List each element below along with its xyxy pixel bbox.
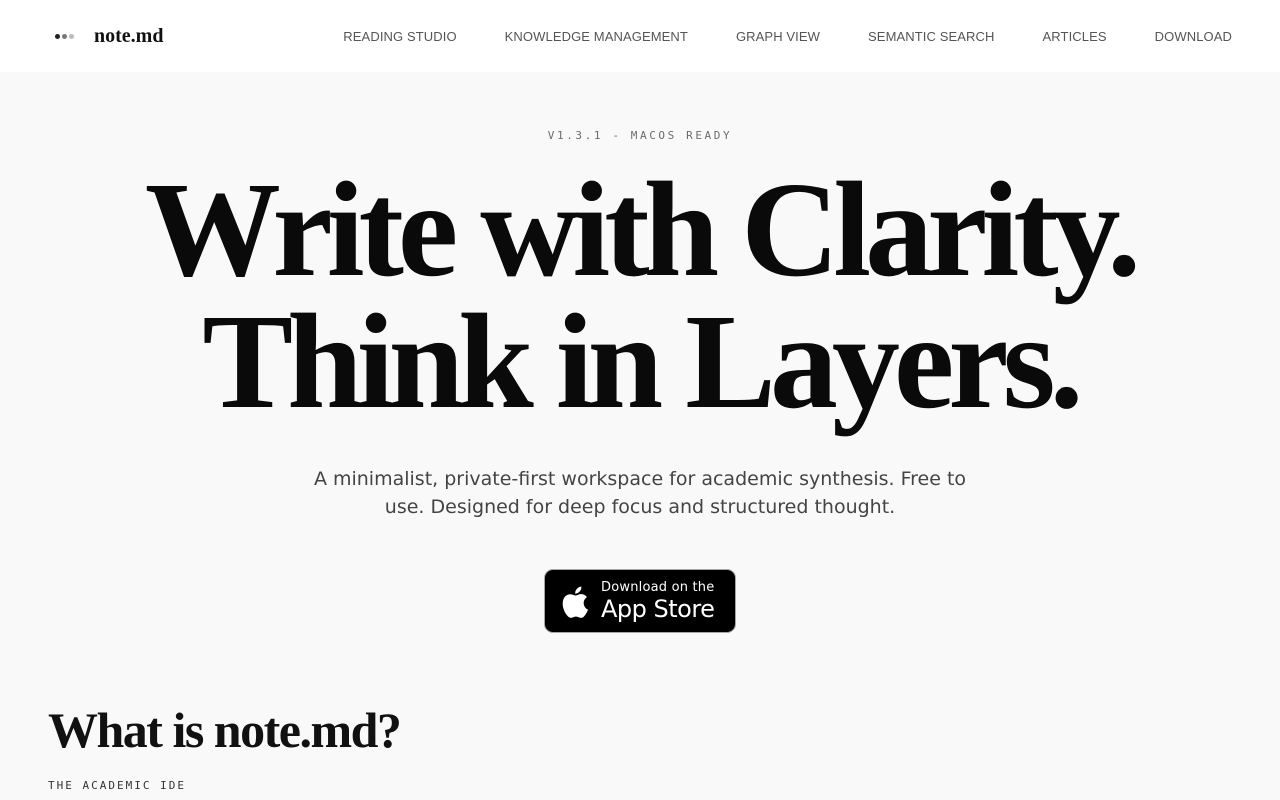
nav-item-download[interactable]: DOWNLOAD bbox=[1155, 29, 1232, 44]
app-store-download-button[interactable]: Download on the App Store bbox=[544, 569, 736, 633]
top-navigation-bar: note.md READING STUDIO KNOWLEDGE MANAGEM… bbox=[0, 0, 1280, 72]
section-eyebrow: THE ACADEMIC IDE bbox=[48, 779, 186, 792]
apple-logo-icon bbox=[562, 586, 589, 618]
nav-item-semantic-search[interactable]: SEMANTIC SEARCH bbox=[868, 29, 994, 44]
app-store-big-text: App Store bbox=[601, 595, 715, 623]
brand-name: note.md bbox=[94, 24, 164, 47]
nav-item-reading-studio[interactable]: READING STUDIO bbox=[343, 29, 456, 44]
brand-logo[interactable]: note.md bbox=[55, 0, 163, 72]
app-store-text: Download on the App Store bbox=[601, 580, 715, 623]
headline-line-1: Write with Clarity. bbox=[144, 155, 1141, 305]
three-dots-logo-icon bbox=[55, 33, 74, 39]
headline-line-2: Think in Layers. bbox=[202, 287, 1083, 437]
nav-item-graph-view[interactable]: GRAPH VIEW bbox=[736, 29, 820, 44]
hero-subtitle: A minimalist, private-first workspace fo… bbox=[313, 468, 967, 518]
section-title: What is note.md? bbox=[48, 702, 402, 758]
main-nav: READING STUDIO KNOWLEDGE MANAGEMENT GRAP… bbox=[343, 0, 1232, 72]
nav-item-knowledge-management[interactable]: KNOWLEDGE MANAGEMENT bbox=[505, 29, 688, 44]
version-label: V1.3.1 - MACOS READY bbox=[547, 129, 733, 142]
logo-dot bbox=[55, 33, 60, 39]
nav-item-articles[interactable]: ARTICLES bbox=[1043, 29, 1107, 44]
app-store-small-text: Download on the bbox=[601, 580, 715, 595]
logo-dot bbox=[62, 33, 67, 39]
logo-dot bbox=[69, 33, 74, 39]
